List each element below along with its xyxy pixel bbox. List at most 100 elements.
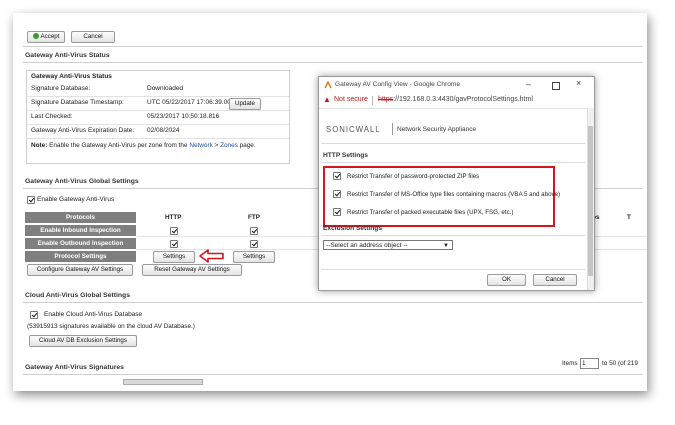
- chrome-app-icon: [324, 81, 332, 89]
- zones-link[interactable]: Zones: [220, 142, 238, 149]
- status-section-title: Gateway Anti-Virus Status: [25, 52, 110, 59]
- enable-gav-label: Enable Gateway Anti-Virus: [37, 196, 115, 203]
- macro-option-label: Restrict Transfer of MS-Office type file…: [347, 191, 561, 198]
- status-row: Signature Database: Downloaded: [27, 82, 289, 97]
- note-separator: >: [212, 142, 221, 149]
- red-arrow-icon: [199, 249, 224, 263]
- popup-cancel-button[interactable]: Cancel: [533, 274, 577, 286]
- row-value: Downloaded: [147, 85, 184, 92]
- popup-cancel-label: Cancel: [545, 276, 565, 283]
- divider: [23, 46, 643, 47]
- dropdown-arrow-icon: ▼: [443, 243, 449, 249]
- divider: [23, 374, 643, 375]
- note-text: Enable the Gateway Anti-Virus per zone f…: [47, 142, 190, 149]
- items-input-value: 1: [582, 360, 586, 367]
- http-inbound-checkbox[interactable]: [170, 227, 178, 235]
- enable-cloud-checkbox[interactable]: [30, 311, 38, 319]
- protocols-header: Protocols: [25, 212, 136, 223]
- ok-label: OK: [502, 276, 511, 283]
- row-label: Signature Database Timestamp:: [31, 99, 124, 106]
- status-note: Note: Enable the Gateway Anti-Virus per …: [31, 142, 256, 149]
- divider: [23, 62, 643, 63]
- address-object-select[interactable]: --Select an address object -- ▼: [323, 240, 453, 250]
- gav-config-popup: Gateway AV Config View - Google Chrome –…: [318, 76, 595, 291]
- items-input[interactable]: 1: [580, 358, 599, 369]
- reset-label: Reset Gateway AV Settings: [154, 266, 230, 273]
- col-t: T: [627, 214, 631, 221]
- popup-ok-button[interactable]: OK: [487, 274, 526, 286]
- cloud-exclusion-button[interactable]: Cloud AV DB Exclusion Settings: [29, 335, 137, 347]
- update-label: Update: [235, 100, 255, 107]
- status-box: Gateway Anti-Virus Status Signature Data…: [26, 70, 290, 164]
- url-path: ://192.168.0.3:4430/gavProtocolSettings.…: [393, 96, 533, 103]
- status-box-title: Gateway Anti-Virus Status: [31, 73, 112, 80]
- divider: [321, 269, 585, 270]
- col-ftp: FTP: [248, 214, 260, 221]
- settings-label: Settings: [242, 253, 266, 260]
- network-link[interactable]: Network: [189, 142, 212, 149]
- macro-option-checkbox[interactable]: [333, 190, 341, 198]
- packed-option-label: Restrict Transfer of packed executable f…: [347, 209, 514, 216]
- brand-text: SONICWALL: [326, 125, 381, 134]
- http-outbound-checkbox[interactable]: [170, 240, 178, 248]
- cancel-label: Cancel: [83, 33, 103, 40]
- ftp-inbound-checkbox[interactable]: [250, 227, 258, 235]
- popup-window-title: Gateway AV Config View - Google Chrome: [335, 81, 461, 88]
- status-row: Signature Database Timestamp: UTC 05/22/…: [27, 96, 289, 111]
- minimize-icon[interactable]: –: [526, 79, 531, 89]
- row-label: Signature Database:: [31, 85, 91, 92]
- settings-label: Settings: [162, 253, 186, 260]
- brand-divider: [392, 123, 393, 135]
- note-bold: Note:: [31, 142, 48, 149]
- configure-label: Configure Gateway AV Settings: [36, 266, 124, 273]
- cloud-signatures-note: (53915913 signatures available on the cl…: [27, 323, 195, 330]
- http-settings-button[interactable]: Settings: [153, 251, 195, 263]
- row-value: UTC 05/22/2017 17:06:39.000: [147, 99, 235, 106]
- maximize-icon[interactable]: [552, 82, 560, 90]
- configure-gav-button[interactable]: Configure Gateway AV Settings: [27, 264, 133, 276]
- signatures-section-title: Gateway Anti-Virus Signatures: [25, 364, 124, 371]
- divider: [321, 162, 585, 163]
- accept-button[interactable]: Accept: [27, 31, 65, 43]
- popup-scrollbar[interactable]: [587, 108, 594, 290]
- zip-option-checkbox[interactable]: [333, 172, 341, 180]
- packed-option-checkbox[interactable]: [333, 208, 341, 216]
- popup-titlebar: Gateway AV Config View - Google Chrome –…: [319, 77, 594, 94]
- row-value: 02/08/2024: [147, 127, 180, 134]
- status-row: Last Checked: 05/23/2017 10:50:18.816: [27, 110, 289, 125]
- enable-cloud-label: Enable Cloud Anti-Virus Database: [44, 311, 143, 318]
- ftp-outbound-checkbox[interactable]: [250, 240, 258, 248]
- scrollbar-thumb[interactable]: [588, 126, 593, 276]
- outbound-row-label: Enable Outbound Inspection: [25, 238, 136, 249]
- exclusion-settings-title: Exclusion Settings: [323, 225, 382, 232]
- partial-tab: [123, 379, 203, 385]
- http-settings-title: HTTP Settings: [323, 152, 368, 159]
- address-separator: [372, 96, 373, 105]
- ftp-settings-button[interactable]: Settings: [233, 251, 275, 263]
- brand-subtitle: Network Security Appliance: [397, 126, 477, 133]
- status-row: Gateway Anti-Virus Expiration Date: 02/0…: [27, 124, 289, 139]
- update-button[interactable]: Update: [229, 98, 261, 110]
- popup-address-bar[interactable]: ▲ Not secure https://192.168.0.3:4430/ga…: [319, 93, 594, 108]
- sonicwall-logo: SONICWALL: [326, 125, 381, 134]
- warning-icon: ▲: [323, 95, 331, 104]
- not-secure-label: Not secure: [334, 96, 368, 103]
- divider: [321, 143, 585, 144]
- check-circle-icon: [32, 33, 39, 39]
- exclusion-label: Cloud AV DB Exclusion Settings: [39, 337, 127, 344]
- app-window: Accept Cancel Gateway Anti-Virus Status …: [13, 13, 647, 391]
- col-http: HTTP: [165, 214, 182, 221]
- url-scheme: https: [378, 96, 394, 103]
- enable-gav-checkbox[interactable]: [27, 196, 35, 204]
- row-value: 05/23/2017 10:50:18.816: [147, 113, 220, 120]
- reset-gav-button[interactable]: Reset Gateway AV Settings: [142, 264, 242, 276]
- divider: [319, 108, 588, 109]
- accept-label: Accept: [40, 33, 60, 40]
- close-icon[interactable]: ×: [576, 78, 581, 88]
- row-label: Last Checked:: [31, 113, 73, 120]
- global-settings-title: Gateway Anti-Virus Global Settings: [25, 178, 139, 185]
- cancel-button[interactable]: Cancel: [71, 31, 115, 43]
- protocol-settings-row-label: Protocol Settings: [25, 251, 136, 262]
- items-label: Items: [562, 360, 578, 367]
- select-value: --Select an address object --: [326, 242, 408, 249]
